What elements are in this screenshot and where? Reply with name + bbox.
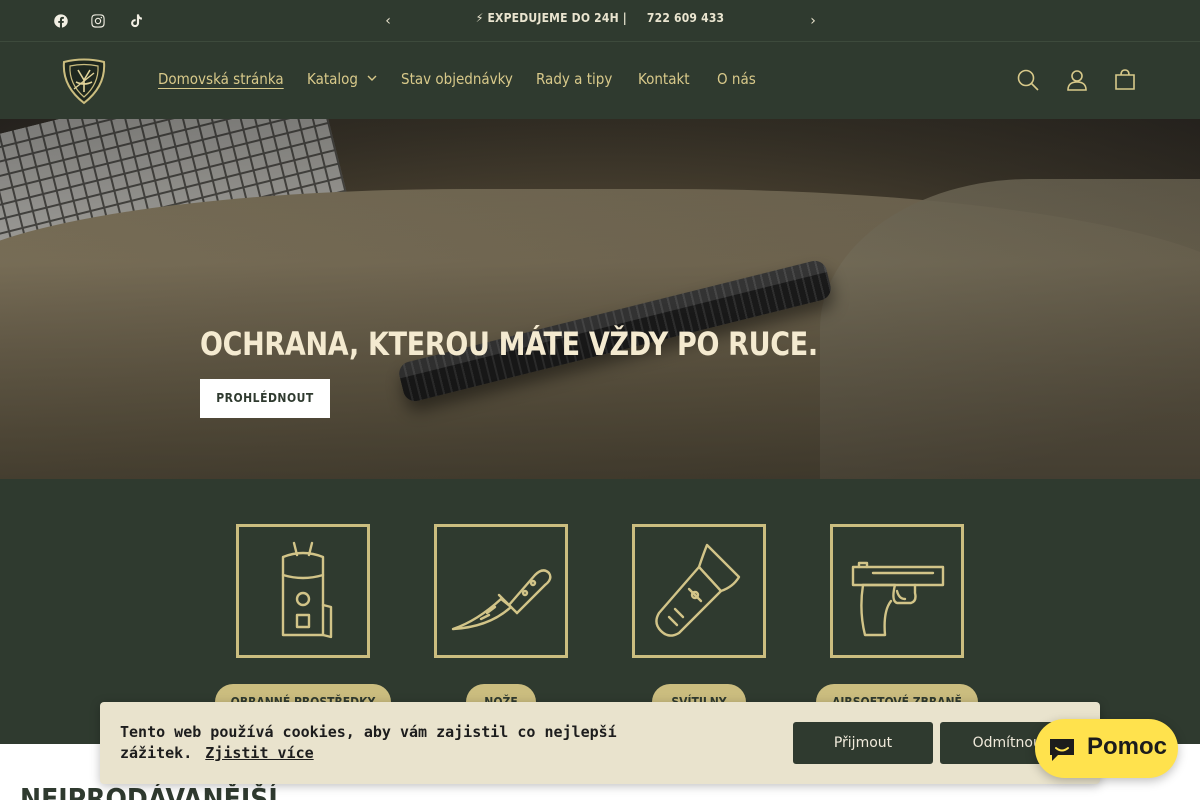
chevron-down-icon[interactable] <box>366 72 378 84</box>
announcement-bar: ‹ ⚡ EXPEDUJEME DO 24H | 722 609 433 › <box>0 0 1200 42</box>
stun-gun-icon[interactable] <box>236 524 370 658</box>
nav-order-status[interactable]: Stav objednávky <box>401 70 513 88</box>
nav-about[interactable]: O nás <box>717 70 756 88</box>
search-icon[interactable] <box>1015 67 1041 93</box>
cookie-text: Tento web používá cookies, aby vám zajis… <box>120 723 617 762</box>
site-header: Domovská stránka Katalog Stav objednávky… <box>0 42 1200 119</box>
knife-icon[interactable] <box>434 524 568 658</box>
chat-bubble-icon <box>1050 739 1074 761</box>
pistol-icon[interactable] <box>830 524 964 658</box>
shipping-notice: ⚡ EXPEDUJEME DO 24H | <box>475 11 627 25</box>
chevron-left-icon[interactable]: ‹ <box>380 12 396 30</box>
cookie-banner: Tento web používá cookies, aby vám zajis… <box>100 702 1100 784</box>
tiktok-icon[interactable] <box>127 12 145 30</box>
hero-button[interactable]: PROHLÉDNOUT <box>200 379 330 418</box>
cookie-learn-more-link[interactable]: Zjistit více <box>205 744 313 762</box>
nav-home[interactable]: Domovská stránka <box>158 70 284 88</box>
cookie-message: Tento web používá cookies, aby vám zajis… <box>120 722 640 764</box>
nav-contact[interactable]: Kontakt <box>638 70 690 88</box>
hero-banner: OCHRANA, KTEROU MÁTE VŽDY PO RUCE. PROHL… <box>0 119 1200 479</box>
flashlight-icon[interactable] <box>632 524 766 658</box>
announcement-text: ⚡ EXPEDUJEME DO 24H | 722 609 433 <box>430 11 770 25</box>
cookie-accept-button[interactable]: Přijmout <box>793 722 933 764</box>
cart-icon[interactable] <box>1112 67 1138 93</box>
logo[interactable] <box>58 56 110 106</box>
facebook-icon[interactable] <box>52 12 70 30</box>
instagram-icon[interactable] <box>89 12 107 30</box>
section-title-bestsellers: NEJPRODÁVANĚJŠÍ <box>20 782 278 800</box>
nav-tips[interactable]: Rady a tipy <box>536 70 612 88</box>
hero-title: OCHRANA, KTEROU MÁTE VŽDY PO RUCE. <box>200 325 818 364</box>
phone-number[interactable]: 722 609 433 <box>647 11 724 25</box>
chevron-right-icon[interactable]: › <box>805 12 821 30</box>
nav-catalog[interactable]: Katalog <box>307 70 358 88</box>
hero-overlay <box>0 119 1200 479</box>
chat-button[interactable]: Pomoc <box>1035 719 1178 778</box>
chat-label: Pomoc <box>1087 733 1168 760</box>
account-icon[interactable] <box>1064 67 1090 93</box>
